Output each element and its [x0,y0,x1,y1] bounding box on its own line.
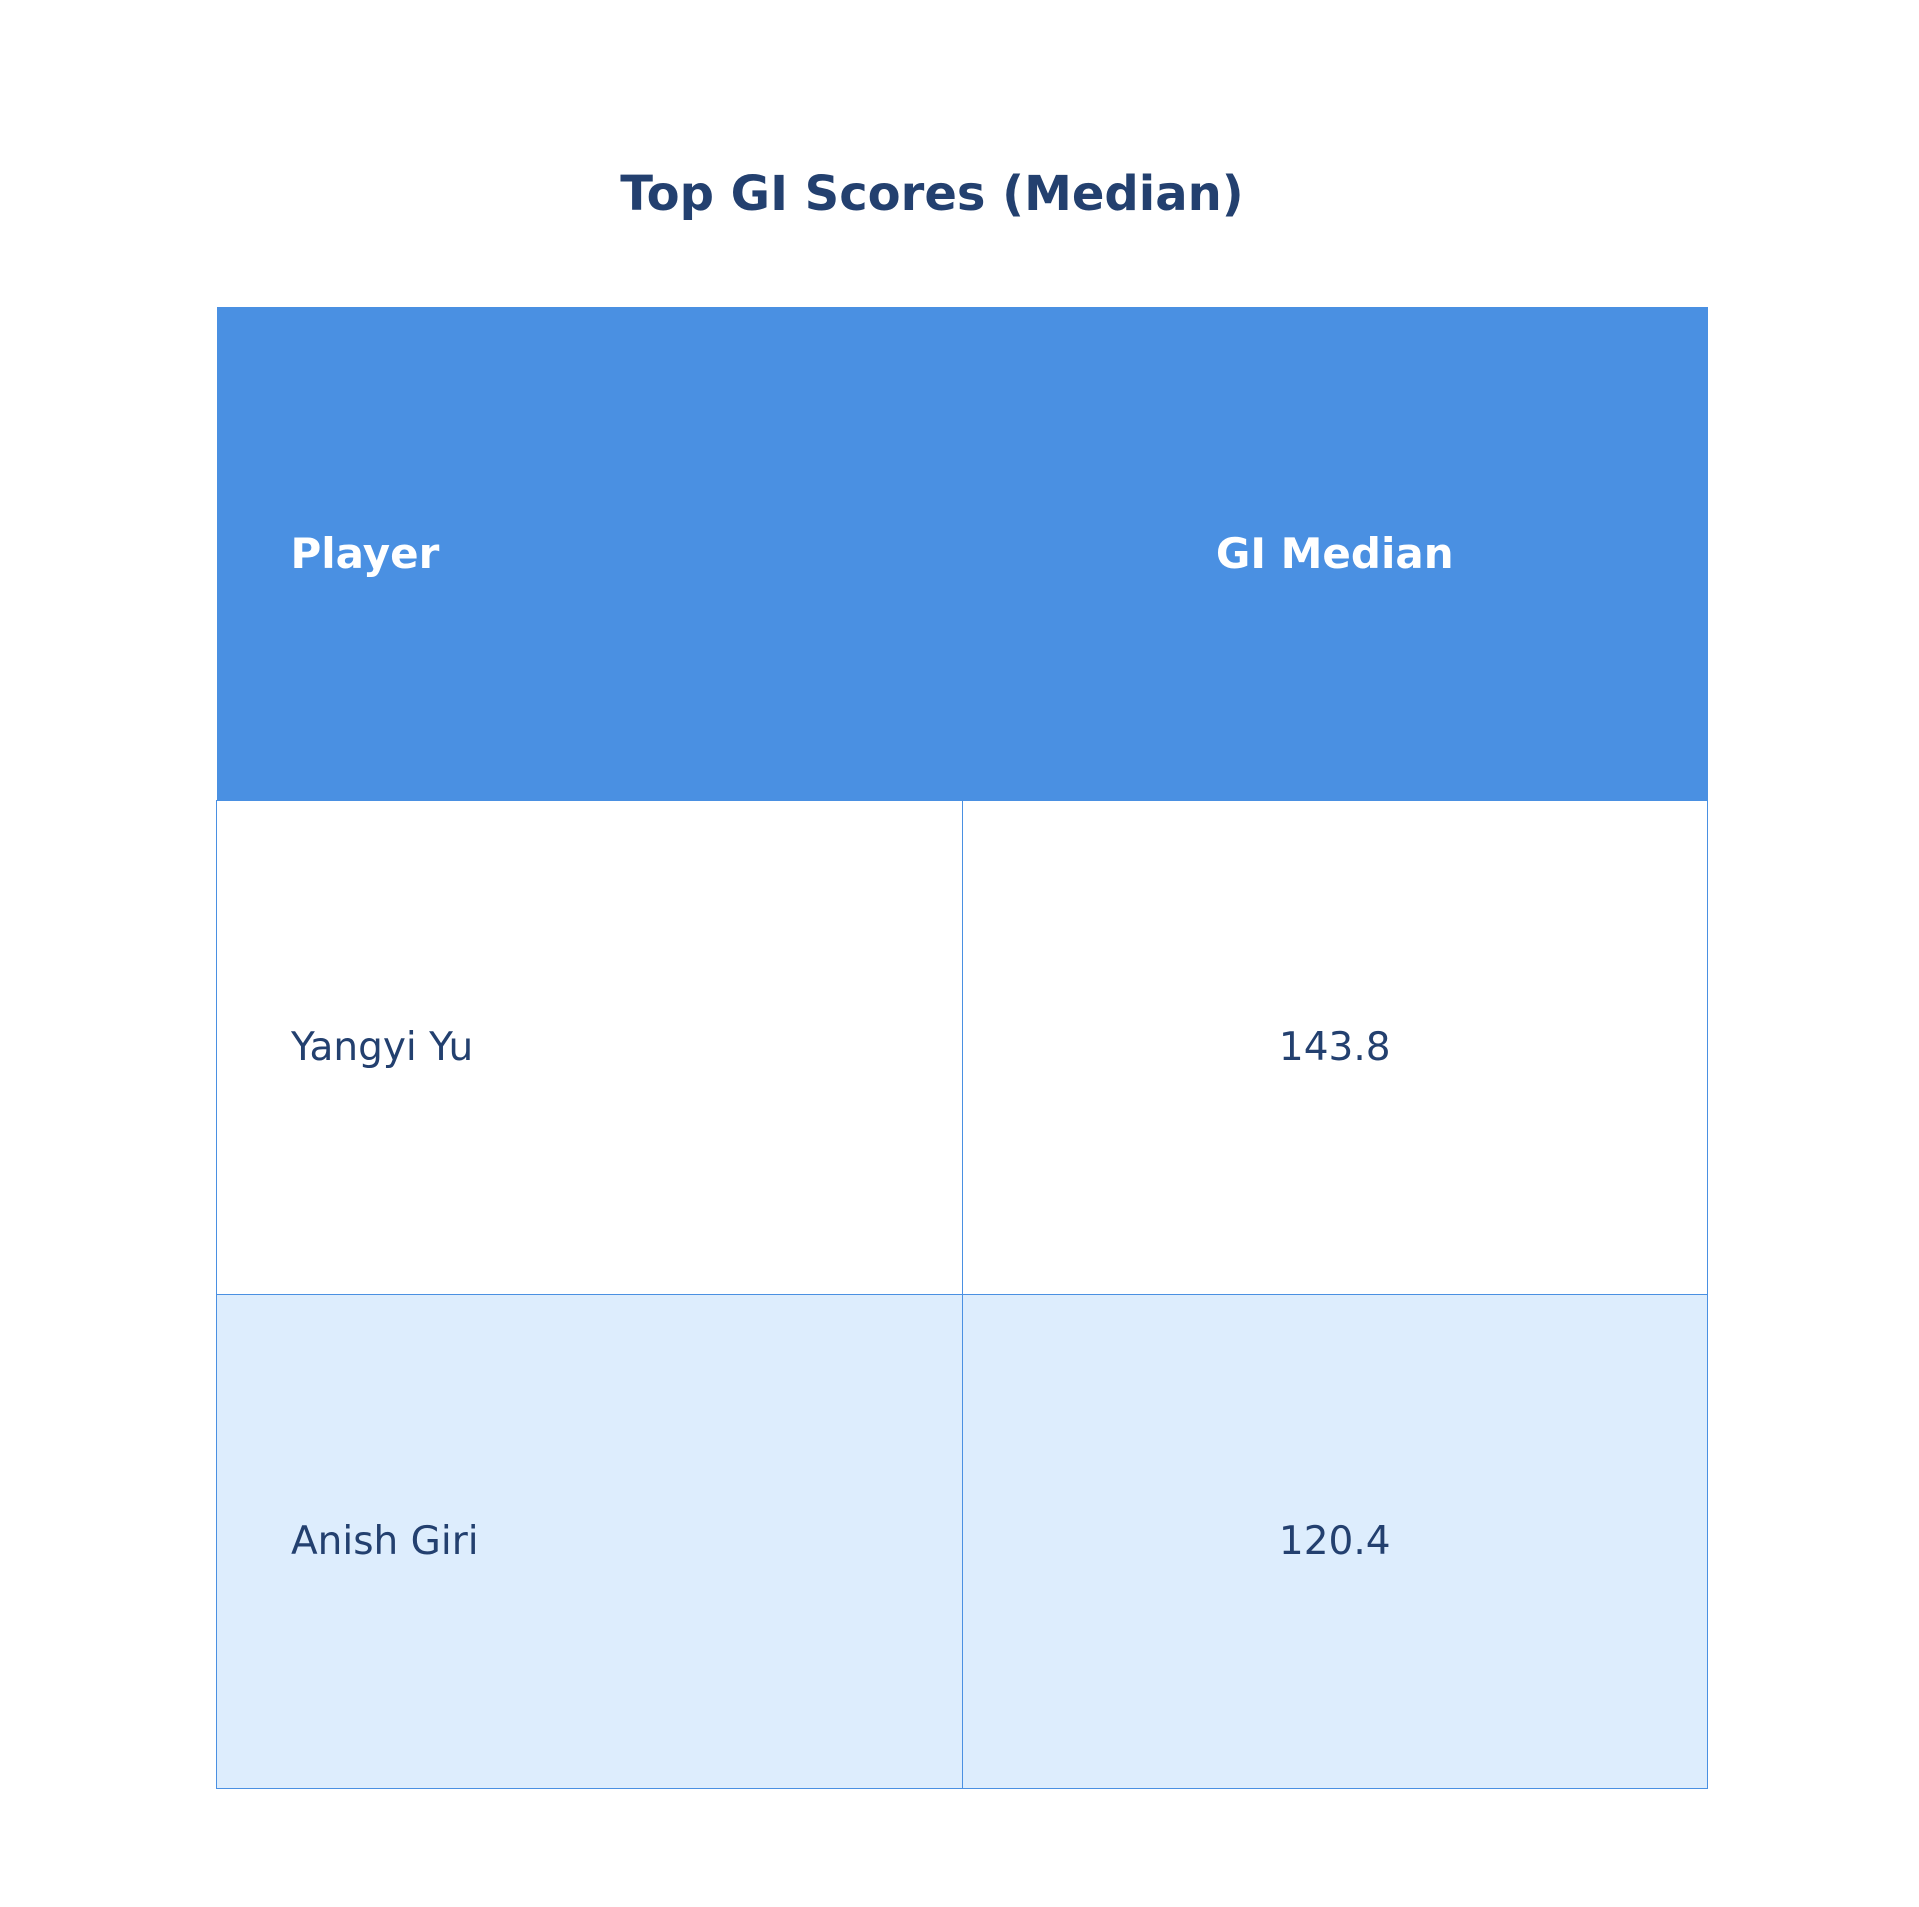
table-row: Yangyi Yu 143.8 [216,800,1708,1295]
column-header-gi-median: GI Median [962,307,1708,801]
column-header-player: Player [216,307,962,801]
gi-median-cell: 143.8 [961,800,1708,1295]
gi-scores-table: Player GI Median Yangyi Yu 143.8 Anish G… [216,307,1708,1789]
player-cell: Anish Giri [216,1294,963,1789]
table-row: Anish Giri 120.4 [216,1294,1708,1789]
gi-median-cell: 120.4 [961,1294,1708,1789]
chart-title: Top GI Scores (Median) [620,166,1244,222]
player-cell: Yangyi Yu [216,800,963,1295]
table-header-row: Player GI Median [216,307,1708,801]
